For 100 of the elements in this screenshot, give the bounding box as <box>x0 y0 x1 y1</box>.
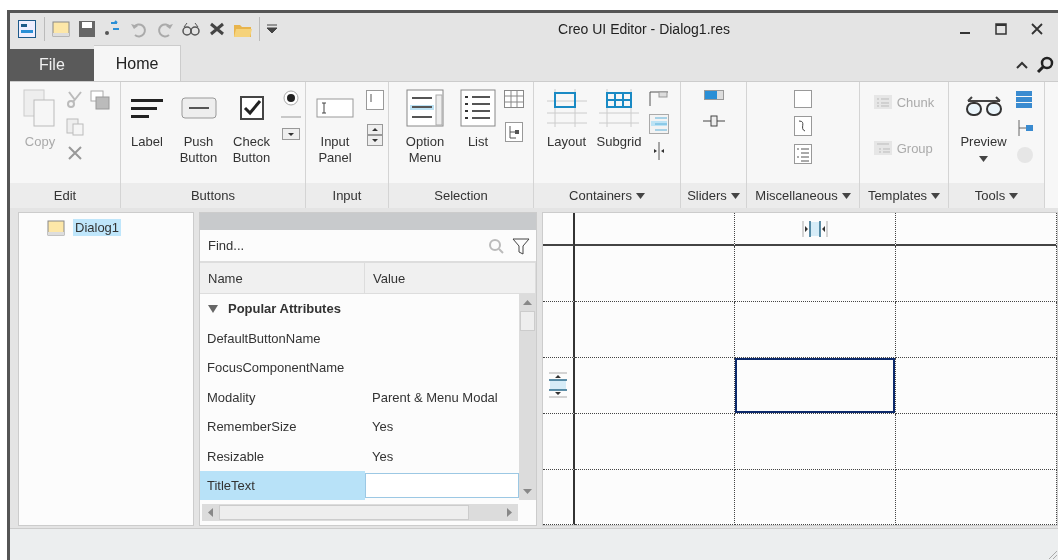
text-area-icon[interactable] <box>366 90 384 111</box>
property-name[interactable]: Modality <box>200 382 365 412</box>
input-field-icon[interactable] <box>316 97 354 120</box>
ribbon-button[interactable]: Push Button <box>175 88 222 184</box>
resize-grip-icon <box>1046 548 1058 560</box>
property-value: Yes <box>371 418 395 437</box>
property-name[interactable]: DefaultButtonName <box>200 323 365 353</box>
grid-cell[interactable] <box>735 302 896 359</box>
push-button-icon[interactable] <box>180 95 217 122</box>
scroll-down-icon[interactable] <box>523 489 532 495</box>
group-menu-caret-icon <box>635 193 645 199</box>
group-label: Selection <box>389 183 533 209</box>
dropdown-icon[interactable] <box>282 128 300 141</box>
grid-cell[interactable] <box>735 469 896 526</box>
group-label: Input <box>306 183 388 209</box>
app-icon[interactable] <box>16 18 38 41</box>
grid-cell[interactable] <box>896 358 1057 414</box>
grid-cell[interactable] <box>575 413 735 470</box>
search-field[interactable]: Find... <box>206 237 480 255</box>
group-label: Templates <box>860 183 948 209</box>
ribbon-button[interactable]: Preview <box>958 88 1009 184</box>
grid-cell[interactable] <box>575 358 735 414</box>
horizontal-scrollbar[interactable] <box>202 504 518 522</box>
filter-icon[interactable] <box>512 237 530 255</box>
group-label: Miscellaneous <box>747 183 859 209</box>
scroll-thumb[interactable] <box>219 505 469 521</box>
grid-cell[interactable] <box>735 358 896 414</box>
group-label: Buttons <box>121 183 305 209</box>
dropdown-icon[interactable] <box>266 23 278 36</box>
tab-icon[interactable] <box>649 90 670 107</box>
group-menu-caret-icon <box>931 193 941 199</box>
row-header-cell <box>543 469 575 526</box>
ribbon-button[interactable]: Layout <box>544 88 589 184</box>
grid-cell[interactable] <box>896 246 1057 303</box>
scroll-left-icon[interactable] <box>208 508 213 518</box>
grid-cell[interactable] <box>575 469 735 526</box>
property-name[interactable]: Resizable <box>200 441 365 471</box>
vertical-scrollbar[interactable] <box>519 294 536 501</box>
collapse-ribbon-icon[interactable] <box>1016 61 1028 70</box>
scissors-icon[interactable] <box>66 90 84 109</box>
value-field[interactable] <box>365 473 519 499</box>
ribbon-button[interactable]: Input Panel <box>310 88 360 184</box>
property-name[interactable]: TitleText <box>200 471 365 501</box>
subgrid-icon[interactable] <box>599 89 639 128</box>
ribbon-button[interactable]: Label <box>125 88 169 184</box>
caret-icon <box>979 156 988 163</box>
grid-cell[interactable] <box>896 413 1057 470</box>
column-header[interactable]: Value <box>365 263 536 294</box>
splitter-icon[interactable] <box>652 142 667 161</box>
group-menu-caret-icon <box>1009 193 1019 199</box>
property-name[interactable]: RememberSize <box>200 412 365 442</box>
ribbon-tab[interactable]: Home <box>93 45 182 82</box>
grid-cell[interactable] <box>896 469 1057 526</box>
window-title: Creo UI Editor - Dialog1.res <box>557 21 731 38</box>
group-label: Tools <box>949 183 1044 209</box>
grid-header-cell <box>543 213 575 247</box>
file-tab[interactable]: File <box>10 49 94 82</box>
group-label: Sliders <box>681 183 746 209</box>
section-header: Popular Attributes <box>228 301 341 317</box>
grid-cell[interactable] <box>735 246 896 303</box>
search-icon[interactable] <box>1036 56 1054 75</box>
grid-cell[interactable] <box>735 413 896 470</box>
progress-bar-icon[interactable] <box>703 90 724 101</box>
group-label: Containers <box>534 183 680 209</box>
ribbon-button[interactable]: Subgrid <box>594 88 644 184</box>
checkbox-icon[interactable] <box>237 94 266 123</box>
grid-cell[interactable] <box>575 302 735 359</box>
grid-cell[interactable] <box>575 246 735 303</box>
list-icon[interactable] <box>460 89 496 128</box>
ribbon-button[interactable]: Option Menu <box>398 88 452 184</box>
search-icon <box>488 238 504 254</box>
stack-icon[interactable] <box>1014 90 1035 111</box>
group-menu-caret-icon <box>841 193 851 199</box>
layout-grid-icon[interactable] <box>546 89 587 128</box>
scroll-thumb[interactable] <box>520 311 535 332</box>
scroll-right-icon[interactable] <box>507 508 512 518</box>
grid-cell[interactable] <box>896 302 1057 359</box>
row-resize-handle-icon[interactable] <box>549 372 567 399</box>
maximize-icon[interactable] <box>995 23 1007 36</box>
drawing-area-icon[interactable] <box>794 116 812 137</box>
slider-icon[interactable] <box>702 114 725 129</box>
property-name[interactable]: FocusComponentName <box>200 353 365 383</box>
option-menu-icon[interactable] <box>406 89 444 128</box>
column-resize-handle-icon[interactable] <box>802 221 828 237</box>
save-icon[interactable] <box>77 19 97 40</box>
ribbon-button[interactable]: List <box>458 88 498 184</box>
tree-item[interactable]: Dialog1 <box>73 219 122 237</box>
spinner-icon[interactable] <box>367 124 383 147</box>
ribbon-button[interactable]: Check Button <box>228 88 275 184</box>
close-icon[interactable] <box>1031 23 1043 36</box>
scroll-up-icon[interactable] <box>523 300 532 306</box>
column-header[interactable]: Name <box>200 263 365 294</box>
radio-button-icon[interactable] <box>283 90 299 107</box>
group-menu-caret-icon <box>730 193 740 199</box>
tree-icon[interactable] <box>505 122 523 143</box>
collapse-arrow-icon[interactable] <box>208 304 218 314</box>
table-icon[interactable] <box>504 90 524 109</box>
property-value: Parent & Menu Modal <box>371 388 499 407</box>
save-as-icon[interactable] <box>90 90 110 111</box>
blank-area-icon[interactable] <box>794 90 812 109</box>
